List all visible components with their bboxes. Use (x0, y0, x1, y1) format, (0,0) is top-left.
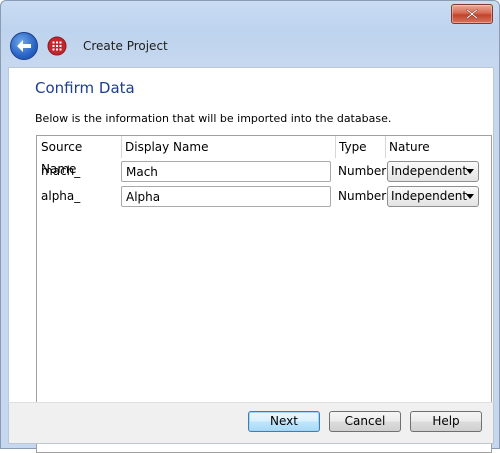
column-header-type[interactable]: Type (335, 136, 385, 158)
nature-dropdown[interactable]: Independent (387, 161, 479, 182)
close-button[interactable] (451, 4, 493, 24)
window-title: Create Project (83, 39, 168, 53)
dropdown-arrow-icon (466, 169, 474, 174)
dropdown-arrow-icon (466, 194, 474, 199)
type-cell: Number (338, 189, 387, 203)
toolbar: Create Project (8, 29, 494, 63)
column-header-display-name[interactable]: Display Name (121, 136, 335, 158)
source-name-cell: alpha_ (41, 189, 81, 203)
page-title: Confirm Data (35, 79, 135, 97)
table-row: mach_ Number Independent (37, 159, 491, 184)
column-header-source-name[interactable]: Source Name (37, 136, 121, 176)
nature-dropdown-value: Independent (391, 164, 468, 178)
close-icon (466, 9, 478, 19)
dialog-window: Create Project Confirm Data Below is the… (0, 0, 500, 453)
display-name-input[interactable] (121, 161, 331, 182)
next-button[interactable]: Next (248, 411, 320, 432)
back-arrow-icon (17, 40, 31, 52)
button-bar: Next Cancel Help (8, 402, 494, 444)
back-button[interactable] (10, 32, 38, 60)
table-row: alpha_ Number Independent (37, 184, 491, 209)
nature-dropdown[interactable]: Independent (387, 186, 479, 207)
cancel-button[interactable]: Cancel (329, 411, 401, 432)
nature-dropdown-value: Independent (391, 189, 468, 203)
content-panel: Confirm Data Below is the information th… (8, 67, 494, 453)
column-header-nature[interactable]: Nature (385, 136, 485, 158)
app-grid-icon (47, 36, 67, 56)
source-name-cell: mach_ (41, 164, 81, 178)
type-cell: Number (338, 164, 387, 178)
display-name-input[interactable] (121, 186, 331, 207)
page-description: Below is the information that will be im… (35, 112, 392, 125)
help-button[interactable]: Help (410, 411, 482, 432)
